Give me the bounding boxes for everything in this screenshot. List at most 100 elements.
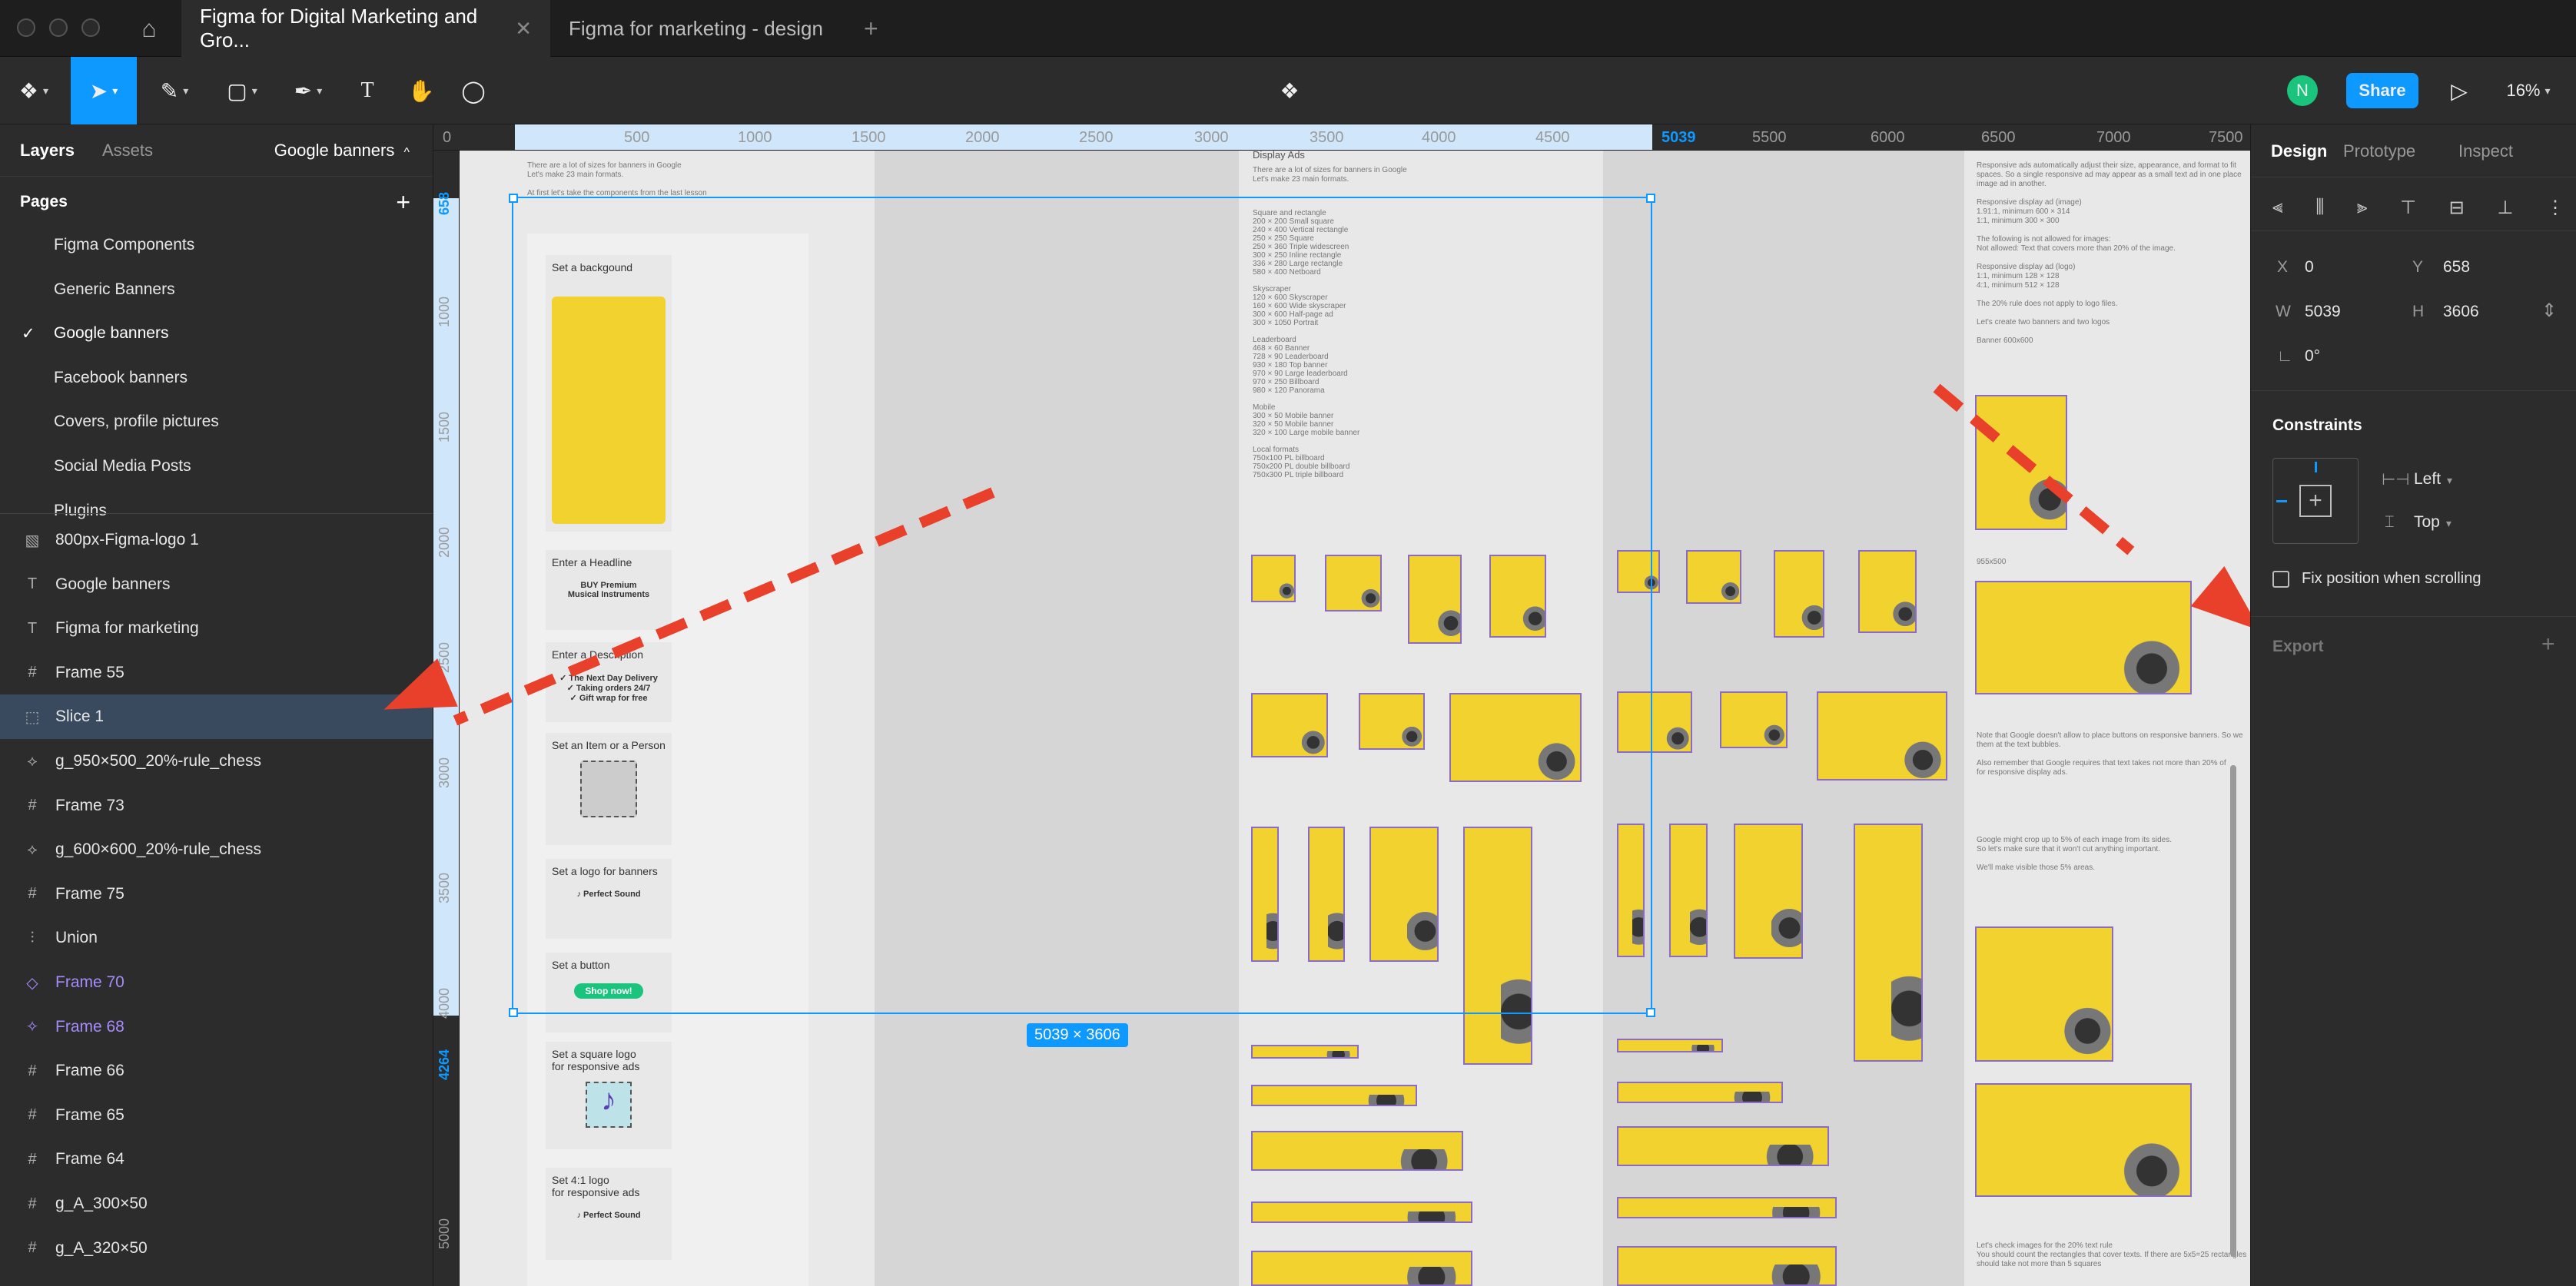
tab-design[interactable]: Design xyxy=(2271,141,2327,161)
page-item[interactable]: Facebook banners xyxy=(0,356,433,400)
layer-item[interactable]: T Figma for marketing xyxy=(0,606,433,651)
tab-prototype[interactable]: Prototype xyxy=(2343,141,2415,161)
align-bottom-icon[interactable]: ⊥ xyxy=(2497,197,2513,219)
align-top-icon[interactable]: ⊤ xyxy=(2400,197,2416,219)
add-page-icon[interactable]: + xyxy=(396,188,410,217)
layer-item[interactable]: ⫶ Union xyxy=(0,916,433,960)
checkbox-box[interactable] xyxy=(2272,570,2289,588)
rectangle-tool-icon[interactable]: ▢ ▾ xyxy=(209,57,275,124)
banner-thumbnail[interactable] xyxy=(1817,691,1947,781)
layer-item[interactable]: ▧ 800px-Figma-logo 1 xyxy=(0,518,433,562)
tab-file-active[interactable]: Figma for Digital Marketing and Gro... ✕ xyxy=(181,0,550,57)
layer-item[interactable]: # Frame 75 xyxy=(0,872,433,916)
layer-item[interactable]: # g_A_320×50 xyxy=(0,1226,433,1271)
y-input[interactable]: 658 xyxy=(2443,258,2470,277)
resize-handle[interactable] xyxy=(1646,194,1655,203)
close-window-icon[interactable] xyxy=(17,18,35,37)
present-icon[interactable]: ▷ xyxy=(2436,57,2482,124)
layer-item[interactable]: T Google banners xyxy=(0,562,433,607)
layer-item[interactable]: ✧ Frame 68 xyxy=(0,1005,433,1049)
zoom-menu[interactable]: 16% ▾ xyxy=(2490,57,2567,124)
move-tool-icon[interactable]: ➤ ▾ xyxy=(71,57,137,124)
share-button[interactable]: Share xyxy=(2344,57,2421,124)
layer-item[interactable]: # Frame 73 xyxy=(0,784,433,828)
resize-handle[interactable] xyxy=(509,194,518,203)
page-item[interactable]: Social Media Posts xyxy=(0,444,433,489)
layer-item[interactable]: # Frame 55 xyxy=(0,651,433,695)
banner-thumbnail[interactable] xyxy=(1251,1045,1359,1059)
constraint-top-icon[interactable] xyxy=(2315,462,2317,472)
selection-box[interactable] xyxy=(509,194,1655,1017)
tab-assets[interactable]: Assets xyxy=(102,141,153,161)
distribute-icon[interactable]: ⋮ xyxy=(2546,197,2564,219)
banner-thumbnail[interactable] xyxy=(1734,824,1803,959)
page-item[interactable]: Covers, profile pictures xyxy=(0,399,433,444)
avatar[interactable]: N xyxy=(2279,57,2325,124)
banner-thumbnail[interactable] xyxy=(1686,550,1741,604)
layer-item[interactable]: # Frame 66 xyxy=(0,1049,433,1093)
layer-item[interactable]: # Frame 65 xyxy=(0,1093,433,1138)
banner-thumbnail[interactable] xyxy=(1975,926,2113,1062)
rotation-input[interactable]: 0° xyxy=(2305,347,2320,366)
tab-layers[interactable]: Layers xyxy=(20,141,75,161)
banner-thumbnail[interactable] xyxy=(1251,1131,1463,1171)
align-center-h-icon[interactable]: ⫼ xyxy=(2315,197,2324,218)
banner-thumbnail[interactable] xyxy=(1617,1197,1837,1218)
banner-thumbnail[interactable] xyxy=(1617,1246,1837,1286)
add-export-icon[interactable]: + xyxy=(2541,631,2555,658)
banner-thumbnail[interactable] xyxy=(1251,1085,1417,1106)
maximize-window-icon[interactable] xyxy=(81,18,100,37)
home-icon[interactable]: ⌂ xyxy=(126,0,172,57)
banner-thumbnail[interactable] xyxy=(1669,824,1708,957)
banner-thumbnail[interactable] xyxy=(1854,824,1923,1062)
resize-handle[interactable] xyxy=(509,1008,518,1017)
layer-item[interactable]: ◇ Frame 70 xyxy=(0,960,433,1005)
banner-thumbnail[interactable] xyxy=(1251,1201,1472,1223)
page-item[interactable]: Generic Banners xyxy=(0,267,433,312)
layer-item[interactable]: ⟡ g_600×600_20%-rule_chess xyxy=(0,827,433,872)
resize-handle[interactable] xyxy=(1646,1008,1655,1017)
hand-tool-icon[interactable]: ✋ xyxy=(397,57,446,124)
component-center-icon[interactable]: ❖ xyxy=(1265,57,1314,124)
comment-tool-icon[interactable]: ◯ xyxy=(449,57,498,124)
horizontal-constraint-select[interactable]: Left ▾ xyxy=(2414,470,2452,489)
component-card[interactable]: Set 4:1 logo for responsive ads ♪ Perfect… xyxy=(546,1168,672,1260)
page-item[interactable]: ✓ Google banners xyxy=(0,311,433,356)
align-right-icon[interactable]: ⫸ xyxy=(2357,197,2368,218)
minimize-window-icon[interactable] xyxy=(49,18,68,37)
align-center-v-icon[interactable]: ⊟ xyxy=(2449,197,2465,219)
layer-item[interactable]: # g_A_300×50 xyxy=(0,1182,433,1226)
constraint-left-icon[interactable] xyxy=(2276,500,2287,502)
banner-thumbnail[interactable] xyxy=(1975,581,2192,694)
canvas-scrollbar[interactable] xyxy=(2230,765,2236,1257)
page-selector[interactable]: Google banners ^ xyxy=(274,141,410,161)
banner-thumbnail[interactable] xyxy=(1975,1083,2192,1197)
figma-menu-icon[interactable]: ❖ ▾ xyxy=(0,57,68,124)
tab-inspect[interactable]: Inspect xyxy=(2458,141,2513,161)
banner-thumbnail[interactable] xyxy=(1251,1251,1472,1286)
width-input[interactable]: 5039 xyxy=(2305,303,2341,321)
new-tab-icon[interactable]: + xyxy=(845,0,897,57)
banner-thumbnail[interactable] xyxy=(1617,1126,1829,1166)
constraints-widget[interactable]: + xyxy=(2272,458,2359,544)
banner-thumbnail[interactable] xyxy=(1617,1039,1723,1052)
pen-scale-tool-icon[interactable]: ✎ ▾ xyxy=(141,57,207,124)
banner-thumbnail[interactable] xyxy=(1858,550,1917,633)
component-card[interactable]: Set a square logo for responsive ads ♪ xyxy=(546,1042,672,1149)
banner-thumbnail[interactable] xyxy=(1617,1082,1783,1103)
layer-item[interactable]: # Frame 64 xyxy=(0,1137,433,1182)
banner-thumbnail[interactable] xyxy=(1720,691,1788,748)
height-input[interactable]: 3606 xyxy=(2443,303,2479,321)
text-tool-icon[interactable]: T xyxy=(343,57,392,124)
fix-position-checkbox[interactable]: Fix position when scrolling xyxy=(2272,570,2481,588)
close-tab-icon[interactable]: ✕ xyxy=(515,17,532,41)
banner-thumbnail[interactable] xyxy=(1774,550,1824,638)
page-item[interactable]: Figma Components xyxy=(0,223,433,267)
align-left-icon[interactable]: ⫷ xyxy=(2272,197,2283,218)
layer-item[interactable]: ⟡ g_950×500_20%-rule_chess xyxy=(0,739,433,784)
canvas[interactable]: There are a lot of sizes for banners in … xyxy=(460,151,2250,1286)
x-input[interactable]: 0 xyxy=(2305,258,2314,277)
vertical-constraint-select[interactable]: Top ▾ xyxy=(2414,513,2452,532)
pen-tool-icon[interactable]: ✒ ▾ xyxy=(275,57,341,124)
layer-item[interactable]: ⬚ Slice 1 xyxy=(0,694,433,740)
